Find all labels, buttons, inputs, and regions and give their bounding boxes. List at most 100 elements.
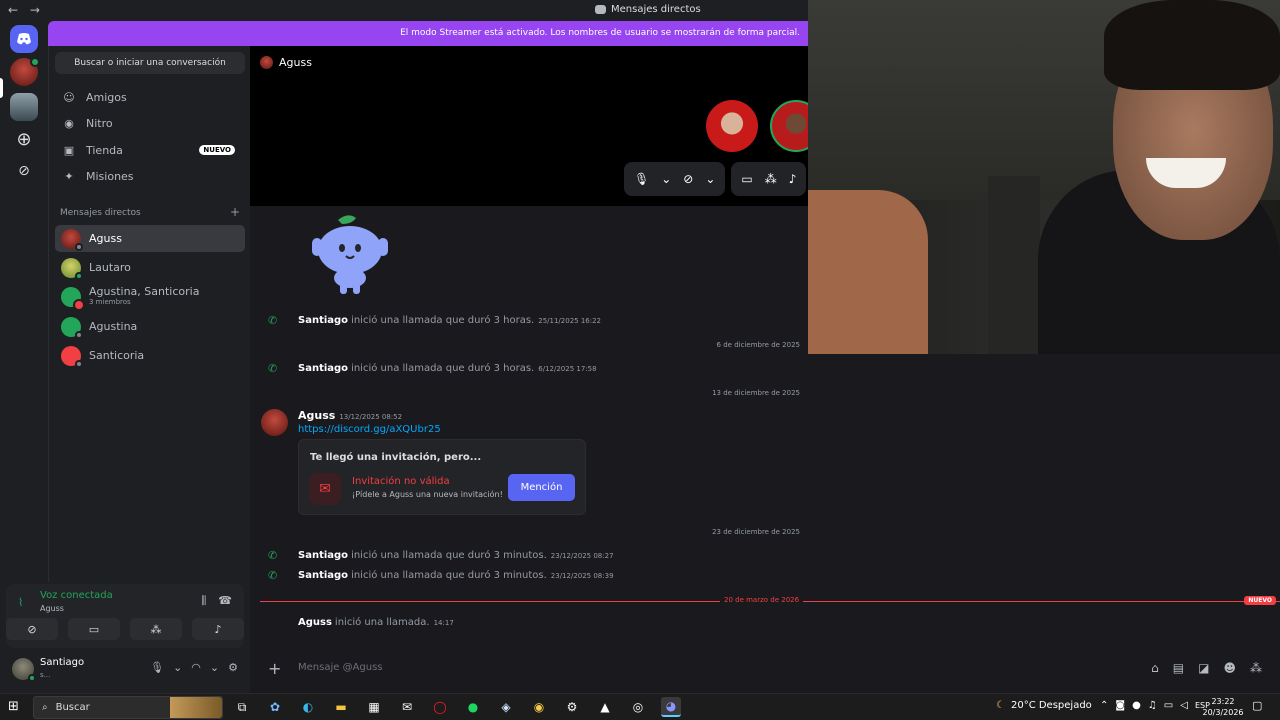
gif-icon[interactable]: ▤ <box>1173 661 1184 675</box>
camera-off-icon[interactable]: ⊘ <box>683 172 693 186</box>
call-area: Aguss 🎙︎ ⌄ ⊘ ⌄ ▭ ⁂ ♪ <box>250 46 822 206</box>
edge-icon[interactable]: ◐ <box>298 697 318 717</box>
activities-icon[interactable]: ⁂ <box>130 618 182 640</box>
signal-icon[interactable]: ⌇ <box>18 596 23 609</box>
file-explorer-icon[interactable]: ▬ <box>331 697 351 717</box>
call-message: ✆ Santiago inició una llamada que duró 3… <box>268 549 614 562</box>
nav-nitro[interactable]: ◉ Nitro <box>55 110 245 136</box>
avatar <box>61 316 83 339</box>
chevron-down-icon[interactable]: ⌄ <box>210 661 219 674</box>
attach-plus-icon[interactable]: + <box>268 659 281 678</box>
date-divider: 23 de diciembre de 2025 <box>260 528 804 536</box>
obs-icon[interactable]: ◎ <box>628 697 648 717</box>
participant-tile[interactable] <box>706 100 758 152</box>
envelope-icon: ✉ <box>309 473 341 505</box>
camera-icon[interactable]: ◙ <box>1115 700 1125 711</box>
avatar <box>61 345 83 368</box>
nav-quests[interactable]: ✦ Misiones <box>55 163 245 189</box>
volume-icon[interactable]: ♫ <box>1148 700 1157 711</box>
microphone-icon[interactable]: 🎙︎ <box>634 172 649 186</box>
forward-arrow-icon[interactable]: → <box>30 3 40 17</box>
clock[interactable]: 23:22 20/3/2026 <box>1200 696 1246 718</box>
weather-widget[interactable]: ☾ 20°C Despejado <box>996 700 1092 711</box>
mail-icon[interactable]: ✉ <box>397 697 417 717</box>
nav-shop[interactable]: ▣ Tienda NUEVO <box>55 137 245 163</box>
microphone-icon[interactable]: ● <box>1132 700 1141 711</box>
noise-suppression-icon[interactable]: ⫼ <box>201 594 206 608</box>
channel-avatar <box>260 56 273 69</box>
spotify-icon[interactable]: ● <box>463 697 483 717</box>
chevron-down-icon[interactable]: ⌄ <box>173 661 182 674</box>
call-controls: 🎙︎ ⌄ ⊘ ⌄ ▭ ⁂ ♪ <box>624 162 807 196</box>
group-avatar <box>61 286 85 311</box>
network-icon[interactable]: ▭ <box>1164 700 1173 711</box>
dm-item-aguss[interactable]: Aguss <box>55 225 245 252</box>
status-dot <box>28 674 36 682</box>
copilot-icon[interactable]: ✿ <box>265 697 285 717</box>
dm-item-lautaro[interactable]: Lautaro <box>55 254 245 281</box>
opera-icon[interactable]: ◯ <box>430 697 450 717</box>
discord-taskbar-icon[interactable]: ◕ <box>661 697 681 717</box>
message-input[interactable]: Mensaje @Aguss <box>298 662 383 673</box>
soundboard-icon[interactable]: ♪ <box>192 618 244 640</box>
sticker-icon[interactable]: ◪ <box>1198 661 1209 675</box>
dm-item-santicoria[interactable]: Santicoria <box>55 342 245 369</box>
store-icon[interactable]: ▦ <box>364 697 384 717</box>
add-server-icon[interactable]: ⊕ <box>10 125 38 153</box>
headphones-icon[interactable]: ◠ <box>191 661 201 674</box>
settings-icon[interactable]: ⚙ <box>562 697 582 717</box>
nav-friends[interactable]: ☺ Amigos <box>55 84 245 110</box>
search-conversation-button[interactable]: Buscar o iniciar una conversación <box>55 52 245 74</box>
disconnect-icon[interactable]: ☎ <box>218 594 232 608</box>
history-nav: ← → <box>8 3 48 17</box>
mention-button[interactable]: Mención <box>508 474 575 501</box>
share-controls[interactable]: ▭ ⁂ ♪ <box>731 162 807 196</box>
phone-icon: ✆ <box>268 314 278 327</box>
voice-actions: ⊘ ▭ ⁂ ♪ <box>6 618 244 642</box>
avatar <box>61 257 83 280</box>
camera-off-icon[interactable]: ⊘ <box>6 618 58 640</box>
chevron-up-icon[interactable]: ⌃ <box>1100 700 1108 711</box>
microphone-icon[interactable]: 🎙︎ <box>150 661 164 674</box>
add-dm-icon[interactable]: + <box>230 206 240 218</box>
discord-small-icon <box>595 5 606 14</box>
chevron-down-icon[interactable]: ⌄ <box>705 172 715 186</box>
chevron-down-icon[interactable]: ⌄ <box>661 172 671 186</box>
phone-icon: ✆ <box>268 569 278 582</box>
screen-share-icon[interactable]: ▭ <box>68 618 120 640</box>
user-panel: Santiago s... 🎙︎ ⌄ ◠ ⌄ ⚙ <box>6 652 244 688</box>
new-badge: NUEVO <box>199 145 235 155</box>
task-view-icon[interactable]: ⧉ <box>232 697 252 717</box>
chrome-icon[interactable]: ◉ <box>529 697 549 717</box>
invite-link[interactable]: https://discord.gg/aXQUbr25 <box>298 424 441 435</box>
search-icon: ⌕ <box>42 702 48 713</box>
mic-control[interactable]: 🎙︎ ⌄ ⊘ ⌄ <box>624 162 726 196</box>
windows-taskbar: ⊞ ⌕ Buscar ⧉ ✿ ◐ ▬ ▦ ✉ ◯ ● ◈ ◉ ⚙ ▲ ◎ ◕ ☾… <box>0 693 1280 720</box>
volume-icon[interactable]: ◁ <box>1180 700 1188 711</box>
notifications-icon[interactable]: ▢ <box>1252 699 1262 712</box>
windows-start-icon[interactable]: ⊞ <box>8 699 19 714</box>
screen-share-icon[interactable]: ▭ <box>741 172 752 186</box>
discord-home-icon[interactable] <box>10 25 38 53</box>
message-composer: + Mensaje @Aguss ⌂ ▤ ◪ ☻ ⁂ <box>250 648 1280 693</box>
explore-icon[interactable]: ⊘ <box>10 157 38 185</box>
dm-item-group[interactable]: Agustina, Santicoria 3 miembros <box>55 283 245 311</box>
server-avatar-2[interactable] <box>10 93 38 121</box>
activities-icon[interactable]: ⁂ <box>765 172 777 186</box>
call-message: Aguss inició una llamada. 14:17 <box>298 617 454 628</box>
gift-icon[interactable]: ⌂ <box>1151 661 1159 675</box>
message-avatar[interactable] <box>261 409 288 436</box>
photos-icon[interactable]: ▲ <box>595 697 615 717</box>
apps-icon[interactable]: ⁂ <box>1250 661 1262 675</box>
moon-icon: ☾ <box>996 700 1005 711</box>
soundboard-icon[interactable]: ♪ <box>789 172 797 186</box>
phone-icon: ✆ <box>268 362 278 375</box>
back-arrow-icon[interactable]: ← <box>8 3 18 17</box>
settings-gear-icon[interactable]: ⚙ <box>228 661 238 674</box>
call-message: ✆ Santiago inició una llamada que duró 3… <box>268 362 597 375</box>
emoji-icon[interactable]: ☻ <box>1223 661 1236 675</box>
dm-item-agustina[interactable]: Agustina <box>55 313 245 340</box>
invite-embed: Te llegó una invitación, pero... ✉ Invit… <box>298 439 586 515</box>
taskbar-search[interactable]: ⌕ Buscar <box>33 696 223 719</box>
steam-icon[interactable]: ◈ <box>496 697 516 717</box>
